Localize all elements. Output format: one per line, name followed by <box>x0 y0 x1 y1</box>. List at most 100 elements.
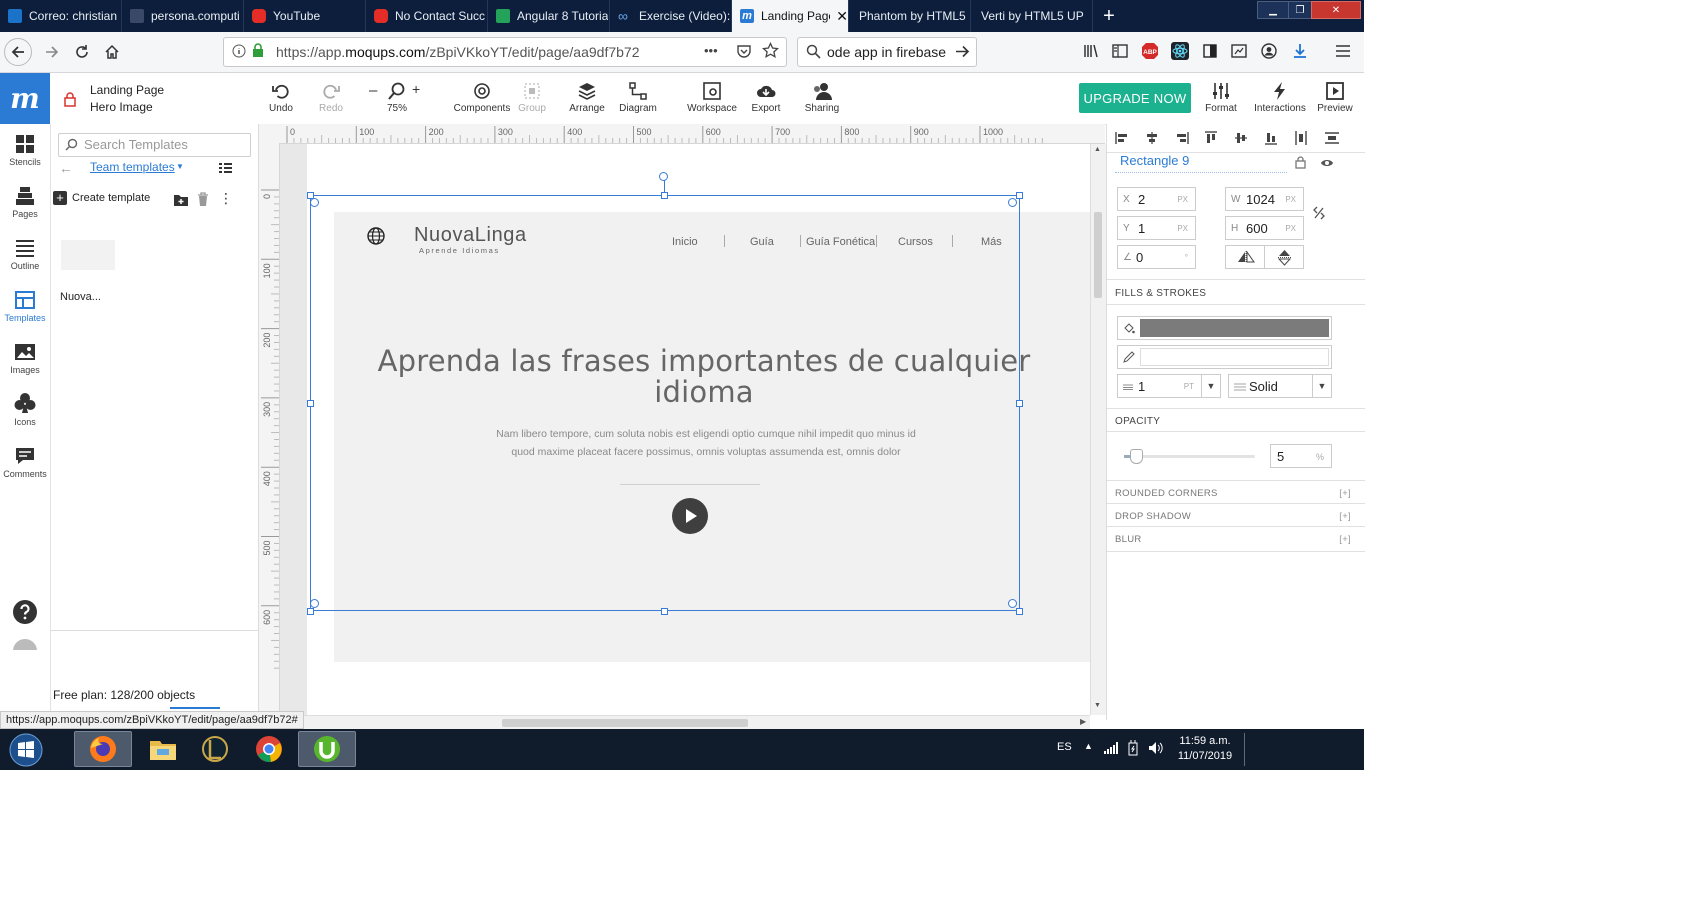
lock-icon[interactable] <box>64 91 76 107</box>
rotate-handle[interactable] <box>659 172 668 181</box>
search-bar[interactable]: ode app in firebase <box>797 37 977 67</box>
back-button[interactable] <box>4 38 32 66</box>
system-clock[interactable]: 11:59 a.m. 11/07/2019 <box>1172 734 1238 764</box>
moqups-logo[interactable]: m <box>0 73 50 124</box>
width-field[interactable]: W 1024 PX <box>1225 187 1304 211</box>
url-text[interactable]: https://app.moqups.com/zBpiVKkoYT/edit/p… <box>276 44 639 60</box>
chevron-down-icon[interactable]: ▼ <box>1312 375 1331 397</box>
reader-view-icon[interactable] <box>1201 42 1219 60</box>
bookmark-star-icon[interactable] <box>762 42 779 59</box>
opacity-field[interactable]: 5 % <box>1270 444 1332 468</box>
corner-radius-handle[interactable] <box>1008 198 1017 207</box>
rail-stencils[interactable]: Stencils <box>0 134 50 167</box>
distribute-horizontal-icon[interactable] <box>1295 131 1307 145</box>
export-button[interactable]: Export <box>736 81 796 114</box>
stroke-color-swatch[interactable] <box>1140 348 1329 366</box>
align-center-icon[interactable] <box>1145 132 1159 144</box>
utorrent-icon[interactable] <box>298 731 356 767</box>
new-tab-button[interactable]: + <box>1093 0 1125 32</box>
forward-button[interactable] <box>38 38 66 66</box>
vertical-scroll-thumb[interactable] <box>1094 212 1102 298</box>
close-tab-icon[interactable]: ✕ <box>836 8 848 25</box>
screenshot-icon[interactable] <box>1230 42 1248 60</box>
url-bar[interactable]: https://app.moqups.com/zBpiVKkoYT/edit/p… <box>223 37 787 67</box>
height-field[interactable]: H 600 PX <box>1225 216 1304 240</box>
tab-youtube[interactable]: YouTube <box>244 0 366 32</box>
tab-landing-page[interactable]: m Landing Page ✕ <box>732 0 849 32</box>
network-signal-icon[interactable] <box>1104 742 1118 754</box>
maximize-window-button[interactable]: ❐ <box>1288 1 1312 19</box>
team-templates-dropdown[interactable]: Team templates <box>90 160 175 174</box>
pocket-icon[interactable] <box>736 43 752 59</box>
stroke-width-field[interactable]: 1 PT ▼ <box>1117 374 1221 398</box>
align-left-icon[interactable] <box>1115 132 1129 144</box>
page-actions-menu[interactable]: ••• <box>704 43 718 58</box>
minimize-window-button[interactable]: ▁ <box>1257 1 1289 19</box>
rail-images[interactable]: Images <box>0 342 50 375</box>
flip-vertical-button[interactable] <box>1264 245 1304 269</box>
interactions-button[interactable]: Interactions <box>1248 81 1312 114</box>
group-button[interactable]: Group <box>502 81 562 114</box>
rail-icons[interactable]: Icons <box>0 392 50 427</box>
rail-templates[interactable]: Templates <box>0 290 50 323</box>
plus-icon[interactable]: + <box>53 191 67 205</box>
add-folder-icon[interactable] <box>173 193 189 207</box>
align-top-icon[interactable] <box>1205 131 1217 145</box>
show-desktop-button[interactable] <box>1244 733 1245 766</box>
selected-element-name[interactable]: Rectangle 9 <box>1120 153 1189 168</box>
redo-button[interactable]: Redo <box>301 81 361 114</box>
drop-shadow-expand[interactable]: [+] <box>1339 511 1351 522</box>
avatar[interactable] <box>0 638 50 653</box>
file-explorer-icon[interactable] <box>134 731 192 767</box>
resize-handle-e[interactable] <box>1016 400 1023 407</box>
horizontal-scrollbar[interactable]: ▶ <box>280 715 1090 730</box>
align-bottom-icon[interactable] <box>1265 131 1277 145</box>
corner-radius-handle[interactable] <box>310 198 319 207</box>
rounded-corners-section[interactable]: ROUNDED CORNERS [+] <box>1107 480 1365 505</box>
template-thumbnail[interactable] <box>61 240 115 270</box>
account-icon[interactable] <box>1260 42 1278 60</box>
fill-color-field[interactable] <box>1117 316 1332 340</box>
stroke-style-select[interactable]: Solid ▼ <box>1228 374 1332 398</box>
resize-handle-ne[interactable] <box>1016 192 1023 199</box>
upgrade-now-button[interactable]: UPGRADE NOW <box>1079 83 1191 113</box>
align-right-icon[interactable] <box>1175 132 1189 144</box>
scroll-right-icon[interactable]: ▶ <box>1080 717 1086 726</box>
resize-handle-s[interactable] <box>661 608 668 615</box>
lock-icon[interactable] <box>1295 156 1306 169</box>
create-template-button[interactable]: Create template <box>72 192 150 204</box>
blur-section[interactable]: BLUR [+] <box>1107 526 1365 552</box>
distribute-vertical-icon[interactable] <box>1325 132 1339 144</box>
template-name[interactable]: Nuova... <box>60 291 101 303</box>
help-button[interactable] <box>0 599 50 628</box>
rounded-corners-expand[interactable]: [+] <box>1339 488 1351 499</box>
resize-handle-se[interactable] <box>1016 608 1023 615</box>
hamburger-menu-icon[interactable] <box>1334 42 1352 60</box>
vertical-scrollbar[interactable]: ▲ ▼ <box>1090 144 1106 715</box>
drop-shadow-section[interactable]: DROP SHADOW [+] <box>1107 503 1365 528</box>
link-proportions-icon[interactable] <box>1313 206 1325 220</box>
align-middle-icon[interactable] <box>1235 131 1247 145</box>
selection-box[interactable] <box>310 195 1020 611</box>
flip-horizontal-button[interactable] <box>1225 245 1265 269</box>
search-go-icon[interactable] <box>955 44 970 59</box>
stroke-color-field[interactable] <box>1117 345 1332 369</box>
x-position-field[interactable]: X 2 PX <box>1117 187 1196 211</box>
visibility-eye-icon[interactable] <box>1320 158 1334 168</box>
more-options-icon[interactable]: ⋮ <box>219 190 233 207</box>
format-button[interactable]: Format <box>1196 81 1246 114</box>
template-search-input[interactable]: Search Templates <box>58 133 251 157</box>
lock-icon[interactable] <box>252 43 264 58</box>
tab-correo[interactable]: Correo: christian <box>0 0 122 32</box>
chrome-icon[interactable] <box>240 731 298 767</box>
workspace-button[interactable]: Workspace <box>682 81 742 114</box>
volume-icon[interactable] <box>1148 741 1164 755</box>
rail-pages[interactable]: Pages <box>0 186 50 219</box>
firefox-icon[interactable] <box>74 731 132 767</box>
library-icon[interactable] <box>1082 42 1100 60</box>
rotation-field[interactable]: ∠ 0 ° <box>1117 245 1196 269</box>
resize-handle-w[interactable] <box>307 400 314 407</box>
opacity-slider-thumb[interactable] <box>1129 449 1143 464</box>
tab-verti[interactable]: Verti by HTML5 UP <box>971 0 1093 32</box>
scroll-up-icon[interactable]: ▲ <box>1094 146 1101 153</box>
